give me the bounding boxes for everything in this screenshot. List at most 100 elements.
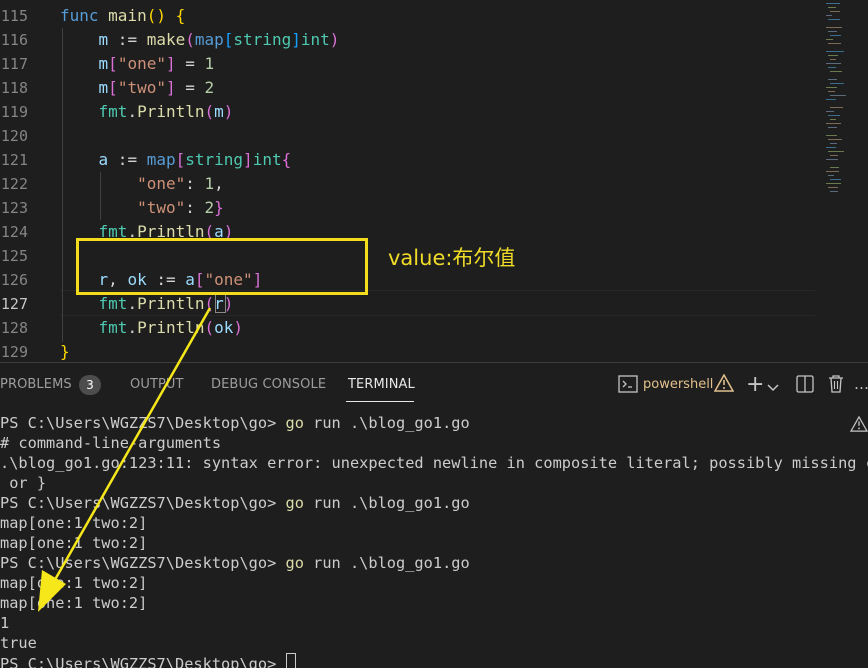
terminal-args: run .\blog_go1.go [303,554,470,572]
minimap-line [828,175,834,176]
line-number: 127 [0,295,28,313]
problems-count-badge: 3 [79,375,101,395]
minimap-line [826,63,841,64]
code-token: string [233,30,292,49]
chevron-down-icon[interactable] [767,377,779,398]
warning-icon[interactable] [713,373,735,397]
code-token: [ [108,54,118,73]
tab-output[interactable]: OUTPUT [130,377,184,392]
code-text: } [60,340,70,362]
code-line[interactable]: 123 "two": 2} [0,196,820,220]
terminal-text: or } [0,474,47,492]
code-token: string [185,150,244,169]
terminal-args: run .\blog_go1.go [303,414,470,432]
code-line[interactable]: 128 fmt.Println(ok) [0,316,820,340]
terminal-text: PS C:\Users\WGZZS7\Desktop\go> [0,554,286,572]
minimap-line [826,51,844,52]
terminal-text: 1 [0,614,10,632]
code-line[interactable]: 118 m["two"] = 2 [0,76,820,100]
minimap-line [826,135,837,136]
terminal-line: map[one:1 two:2] [0,593,147,613]
code-token: ] [243,150,253,169]
minimap-line [826,171,839,172]
annotation-label: value:布尔值 [388,246,516,270]
minimap-line [828,115,840,116]
terminal-output[interactable]: PS C:\Users\WGZZS7\Desktop\go> go run .\… [0,411,868,668]
minimap-line [826,15,832,16]
code-text: fmt.Println(m) [60,100,234,124]
terminal-line: PS C:\Users\WGZZS7\Desktop\go> go run .\… [0,413,470,433]
code-token: ] [165,54,176,73]
minimap-line [826,111,834,112]
terminal-command: go [285,414,304,432]
line-number: 117 [0,55,28,73]
shell-name[interactable]: powershell [643,377,713,392]
code-token: main [108,6,147,25]
minimap-line [830,95,846,96]
code-line[interactable]: 117 m["one"] = 1 [0,52,820,76]
tab-problems[interactable]: PROBLEMS [0,377,72,392]
line-number: 121 [0,151,28,169]
split-terminal-icon[interactable] [796,375,814,398]
add-terminal-icon[interactable]: + [746,372,764,397]
code-line[interactable]: 127 fmt.Println(r) [0,292,820,316]
code-line[interactable]: 119 fmt.Println(m) [0,100,820,124]
terminal-line: PS C:\Users\WGZZS7\Desktop\go> go run .\… [0,493,470,513]
code-token: 1 [204,174,215,193]
terminal-line: 1 [0,613,9,633]
code-token: { [281,150,292,169]
trash-icon[interactable] [828,375,844,398]
terminal-args: run .\blog_go1.go [303,494,470,512]
code-token: "one" [117,54,166,73]
code-line[interactable]: 116 m := make(map[string]int) [0,28,820,52]
terminal-text: PS C:\Users\WGZZS7\Desktop\go> [0,655,286,668]
line-number: 128 [0,319,28,337]
minimap-line [830,59,836,60]
code-line[interactable]: 115 func main() { [0,4,820,28]
code-token: Println [137,294,205,313]
tab-terminal[interactable]: TERMINAL [348,377,415,392]
minimap-line [826,87,837,88]
terminal-text: map[one:1 two:2] [0,534,148,552]
code-line[interactable]: 120 [0,124,820,148]
code-token: "two" [117,78,166,97]
code-token: : [185,198,205,217]
code-token: m [98,30,109,49]
code-token: int [300,30,330,49]
minimap-line [826,27,842,28]
code-token: ( [185,30,195,49]
code-line[interactable]: 122 "one": 1, [0,172,820,196]
terminal-line: map[one:1 two:2] [0,513,147,533]
terminal-line: or } [0,473,46,493]
minimap-line [828,187,838,188]
code-token: func [60,6,99,25]
line-number: 125 [0,247,28,265]
code-line[interactable]: 129} [0,340,820,362]
code-token: Println [137,318,205,337]
line-number: 115 [0,7,28,25]
code-token: [ [175,150,186,169]
code-editor[interactable]: 115 func main() {116 m := make(map[string… [0,0,868,362]
code-token: make [146,30,186,49]
more-icon[interactable]: … [854,375,868,393]
terminal-text: map[one:1 two:2] [0,574,148,592]
code-token: ) [223,102,234,121]
active-tab-indicator [346,401,414,402]
code-token: fmt [98,294,128,313]
code-line[interactable]: 121 a := map[string]int{ [0,148,820,172]
terminal-line: PS C:\Users\WGZZS7\Desktop\go> go run .\… [0,553,470,573]
minimap-line [828,19,840,20]
terminal-icon[interactable] [618,375,638,398]
code-text: m["two"] = 2 [60,76,215,100]
terminal-line: map[one:1 two:2] [0,533,147,553]
tab-debug-console[interactable]: DEBUG CONSOLE [211,377,326,392]
code-token: ) [329,30,340,49]
line-number: 122 [0,175,28,193]
code-token: . [127,102,138,121]
code-token: { [175,6,186,25]
terminal-text: # command-line-arguments [0,434,222,452]
minimap[interactable] [822,0,868,220]
